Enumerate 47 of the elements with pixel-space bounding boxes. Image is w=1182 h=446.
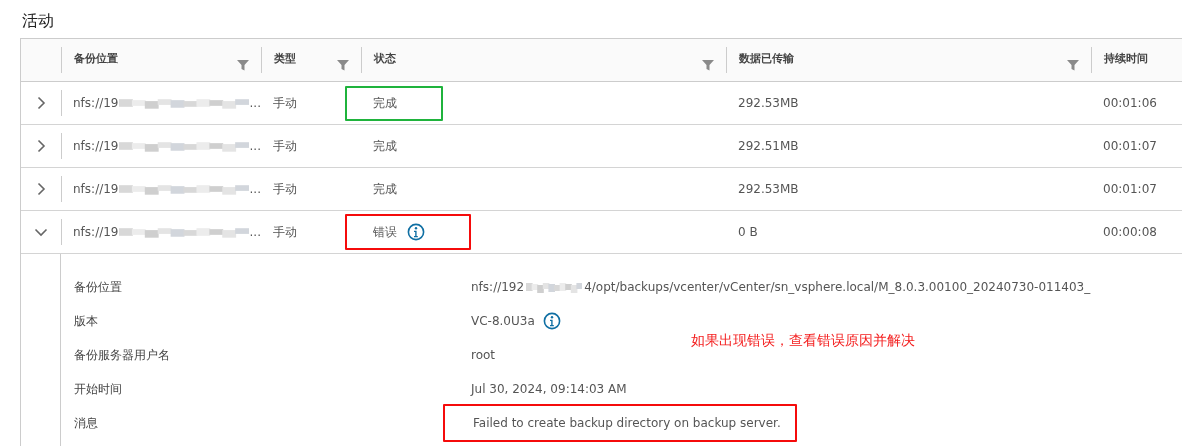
- field-label: 版本: [74, 312, 99, 330]
- field-label: 消息: [74, 414, 99, 432]
- ellipsis-text: ...: [249, 139, 261, 153]
- table-cell: 手动: [273, 180, 297, 198]
- field-value: 4/opt/backups/vcenter/vCenter/sn_vsphere.local/M_8.0.3.00100_20240730-011403_: [584, 280, 1091, 294]
- table-cell: 手动: [273, 94, 297, 112]
- field-label: 备份位置: [74, 278, 123, 296]
- table-cell: 00:01:06: [1103, 96, 1157, 110]
- column-header[interactable]: 数据已传输: [739, 51, 794, 66]
- status-text: 错误: [373, 223, 397, 241]
- status-text: 完成: [373, 137, 397, 155]
- column-header[interactable]: 状态: [374, 51, 396, 66]
- table-cell: nfs://19: [73, 225, 119, 239]
- table-cell: 292.51MB: [738, 139, 799, 153]
- field-label: 开始时间: [74, 380, 123, 398]
- column-header[interactable]: 类型: [274, 51, 296, 66]
- table-cell: 手动: [273, 137, 297, 155]
- field-label: 备份服务器用户名: [74, 346, 171, 364]
- table-cell: 00:00:08: [1103, 225, 1157, 239]
- filter-icon[interactable]: [337, 59, 349, 71]
- field-value: nfs://192: [471, 280, 525, 294]
- table-cell: 手动: [273, 223, 297, 241]
- table-cell: 292.53MB: [738, 182, 799, 196]
- table-cell: 00:01:07: [1103, 139, 1157, 153]
- filter-icon[interactable]: [237, 59, 249, 71]
- table-cell: nfs://19: [73, 96, 119, 110]
- filter-icon[interactable]: [1067, 59, 1079, 71]
- ellipsis-text: ...: [249, 225, 261, 239]
- status-text: 完成: [373, 94, 397, 112]
- table-cell: nfs://19: [73, 182, 119, 196]
- field-value: root: [471, 348, 496, 362]
- table-cell: 0 B: [738, 225, 758, 239]
- column-header[interactable]: 备份位置: [74, 51, 118, 66]
- ellipsis-text: ...: [249, 96, 261, 110]
- table-cell: 00:01:07: [1103, 182, 1157, 196]
- field-value: Jul 30, 2024, 09:14:03 AM: [471, 382, 627, 396]
- status-text: 完成: [373, 180, 397, 198]
- annotation-text: 如果出现错误，查看错误原因并解决: [691, 332, 915, 350]
- column-header[interactable]: 持续时间: [1104, 51, 1148, 66]
- section-title: 活动: [21, 10, 55, 32]
- field-value: Failed to create backup directory on backup server.: [473, 416, 781, 430]
- table-cell: 292.53MB: [738, 96, 799, 110]
- redacted-text: [526, 280, 583, 294]
- ellipsis-text: ...: [249, 182, 261, 196]
- table-cell: nfs://19: [73, 139, 119, 153]
- field-value: VC-8.0U3a: [471, 314, 535, 328]
- filter-icon[interactable]: [702, 59, 714, 71]
